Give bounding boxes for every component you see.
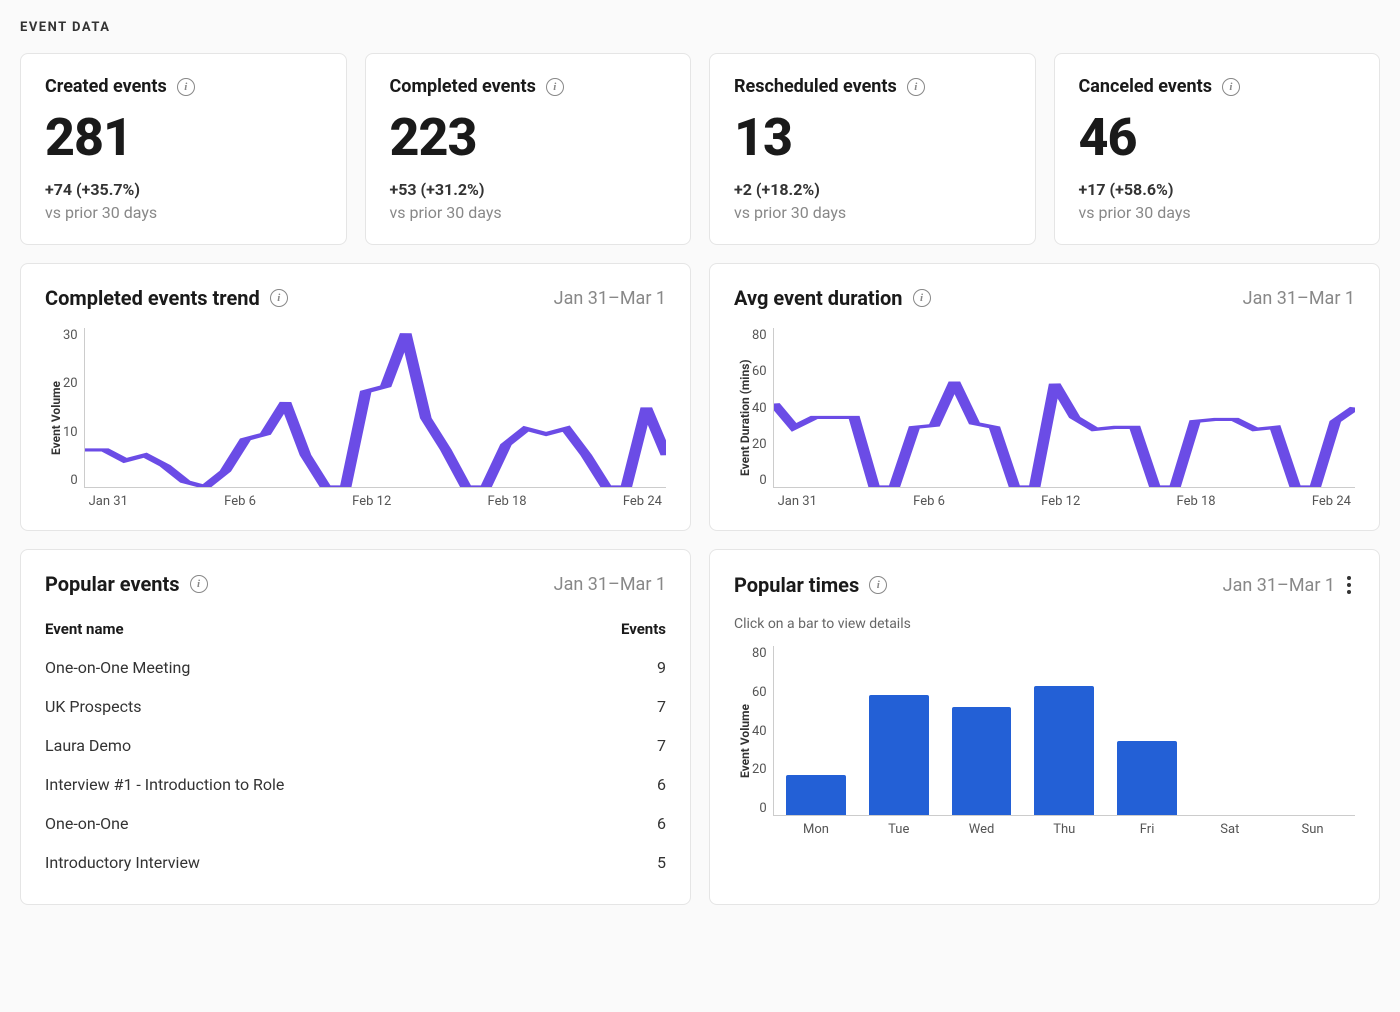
stat-value: 46	[1079, 107, 1356, 168]
stat-delta: +74 (+35.7%)	[45, 180, 322, 199]
bar-label: Sun	[1302, 822, 1324, 837]
bar-slot: Tue	[862, 646, 935, 815]
table-row[interactable]: Laura Demo 7	[45, 726, 666, 765]
info-icon[interactable]: i	[1222, 78, 1240, 96]
bar-label: Fri	[1140, 822, 1155, 837]
bar-label: Thu	[1053, 822, 1075, 837]
chart-title: Popular times	[734, 573, 859, 597]
stat-card-completed: Completed events i 223 +53 (+31.2%) vs p…	[365, 53, 692, 245]
chart-title: Completed events trend	[45, 286, 260, 310]
table-row[interactable]: Interview #1 - Introduction to Role 6	[45, 765, 666, 804]
bar[interactable]	[1117, 741, 1177, 815]
event-count: 6	[657, 775, 666, 794]
event-count: 9	[657, 658, 666, 677]
table-row[interactable]: UK Prospects 7	[45, 687, 666, 726]
stat-delta: +17 (+58.6%)	[1079, 180, 1356, 199]
bar[interactable]	[869, 695, 929, 815]
line-chart	[85, 328, 666, 487]
info-icon[interactable]: i	[177, 78, 195, 96]
event-count: 6	[657, 814, 666, 833]
bar[interactable]	[1034, 686, 1094, 815]
stat-value: 223	[390, 107, 667, 168]
completed-trend-chart: Event Volume 3020100 Jan 31Feb 6Feb 12Fe…	[45, 328, 666, 508]
stat-compare-label: vs prior 30 days	[1079, 203, 1356, 222]
stat-delta: +2 (+18.2%)	[734, 180, 1011, 199]
event-name: Introductory Interview	[45, 853, 200, 872]
stat-compare-label: vs prior 30 days	[45, 203, 322, 222]
bar-slot: Sat	[1193, 646, 1266, 815]
table-row[interactable]: Introductory Interview 5	[45, 843, 666, 882]
y-axis-label: Event Duration (mins)	[734, 328, 752, 508]
trend-charts-row: Completed events trend i Jan 31–Mar 1 Ev…	[20, 263, 1380, 531]
col-events-count: Events	[621, 620, 666, 638]
info-icon[interactable]: i	[270, 289, 288, 307]
chart-hint: Click on a bar to view details	[734, 616, 1355, 632]
bar[interactable]	[786, 775, 846, 815]
chart-title: Avg event duration	[734, 286, 903, 310]
bar-label: Sat	[1220, 822, 1239, 837]
stat-value: 281	[45, 107, 322, 168]
y-axis-label: Event Volume	[45, 328, 63, 508]
bar-slot: Fri	[1111, 646, 1184, 815]
event-name: Laura Demo	[45, 736, 131, 755]
event-name: One-on-One	[45, 814, 128, 833]
bar-label: Tue	[888, 822, 909, 837]
event-name: UK Prospects	[45, 697, 141, 716]
event-name: Interview #1 - Introduction to Role	[45, 775, 284, 794]
date-range: Jan 31–Mar 1	[1223, 575, 1335, 596]
event-count: 7	[657, 697, 666, 716]
y-ticks: 3020100	[63, 328, 84, 508]
y-axis-label: Event Volume	[734, 646, 752, 836]
stat-title: Canceled events	[1079, 76, 1212, 97]
popular-times-card: Popular times i Jan 31–Mar 1 Click on a …	[709, 549, 1380, 905]
stat-compare-label: vs prior 30 days	[734, 203, 1011, 222]
stat-title: Rescheduled events	[734, 76, 897, 97]
bar-slot: Sun	[1276, 646, 1349, 815]
info-icon[interactable]: i	[190, 575, 208, 593]
event-name: One-on-One Meeting	[45, 658, 190, 677]
popular-times-chart: Event Volume 806040200 MonTueWedThuFriSa…	[734, 646, 1355, 836]
info-icon[interactable]: i	[913, 289, 931, 307]
event-count: 5	[657, 853, 666, 872]
section-label: EVENT DATA	[20, 20, 1380, 35]
info-icon[interactable]: i	[907, 78, 925, 96]
table-row[interactable]: One-on-One 6	[45, 804, 666, 843]
stat-cards-row: Created events i 281 +74 (+35.7%) vs pri…	[20, 53, 1380, 245]
info-icon[interactable]: i	[546, 78, 564, 96]
y-ticks: 806040200	[752, 646, 773, 836]
stat-card-rescheduled: Rescheduled events i 13 +2 (+18.2%) vs p…	[709, 53, 1036, 245]
avg-duration-chart: Event Duration (mins) 806040200 Jan 31Fe…	[734, 328, 1355, 508]
completed-trend-card: Completed events trend i Jan 31–Mar 1 Ev…	[20, 263, 691, 531]
y-ticks: 806040200	[752, 328, 773, 508]
date-range: Jan 31–Mar 1	[1243, 288, 1355, 309]
stat-delta: +53 (+31.2%)	[390, 180, 667, 199]
chart-title: Popular events	[45, 572, 180, 596]
bar-label: Mon	[803, 822, 829, 837]
bar-label: Wed	[969, 822, 995, 837]
stat-title: Completed events	[390, 76, 536, 97]
bar-slot: Mon	[780, 646, 853, 815]
stat-card-created: Created events i 281 +74 (+35.7%) vs pri…	[20, 53, 347, 245]
date-range: Jan 31–Mar 1	[554, 574, 666, 595]
bottom-row: Popular events i Jan 31–Mar 1 Event name…	[20, 549, 1380, 905]
line-chart	[774, 328, 1355, 487]
col-event-name: Event name	[45, 620, 124, 638]
table-row[interactable]: One-on-One Meeting 9	[45, 648, 666, 687]
more-menu-icon[interactable]	[1343, 572, 1355, 598]
stat-title: Created events	[45, 76, 167, 97]
stat-value: 13	[734, 107, 1011, 168]
stat-compare-label: vs prior 30 days	[390, 203, 667, 222]
popular-events-card: Popular events i Jan 31–Mar 1 Event name…	[20, 549, 691, 905]
bar[interactable]	[952, 707, 1012, 815]
x-ticks: Jan 31Feb 6Feb 12Feb 18Feb 24	[85, 494, 666, 509]
bar-slot: Thu	[1028, 646, 1101, 815]
event-count: 7	[657, 736, 666, 755]
info-icon[interactable]: i	[869, 576, 887, 594]
x-ticks: Jan 31Feb 6Feb 12Feb 18Feb 24	[774, 494, 1355, 509]
date-range: Jan 31–Mar 1	[554, 288, 666, 309]
table-header: Event name Events	[45, 614, 666, 648]
stat-card-canceled: Canceled events i 46 +17 (+58.6%) vs pri…	[1054, 53, 1381, 245]
bar-slot: Wed	[945, 646, 1018, 815]
avg-duration-card: Avg event duration i Jan 31–Mar 1 Event …	[709, 263, 1380, 531]
